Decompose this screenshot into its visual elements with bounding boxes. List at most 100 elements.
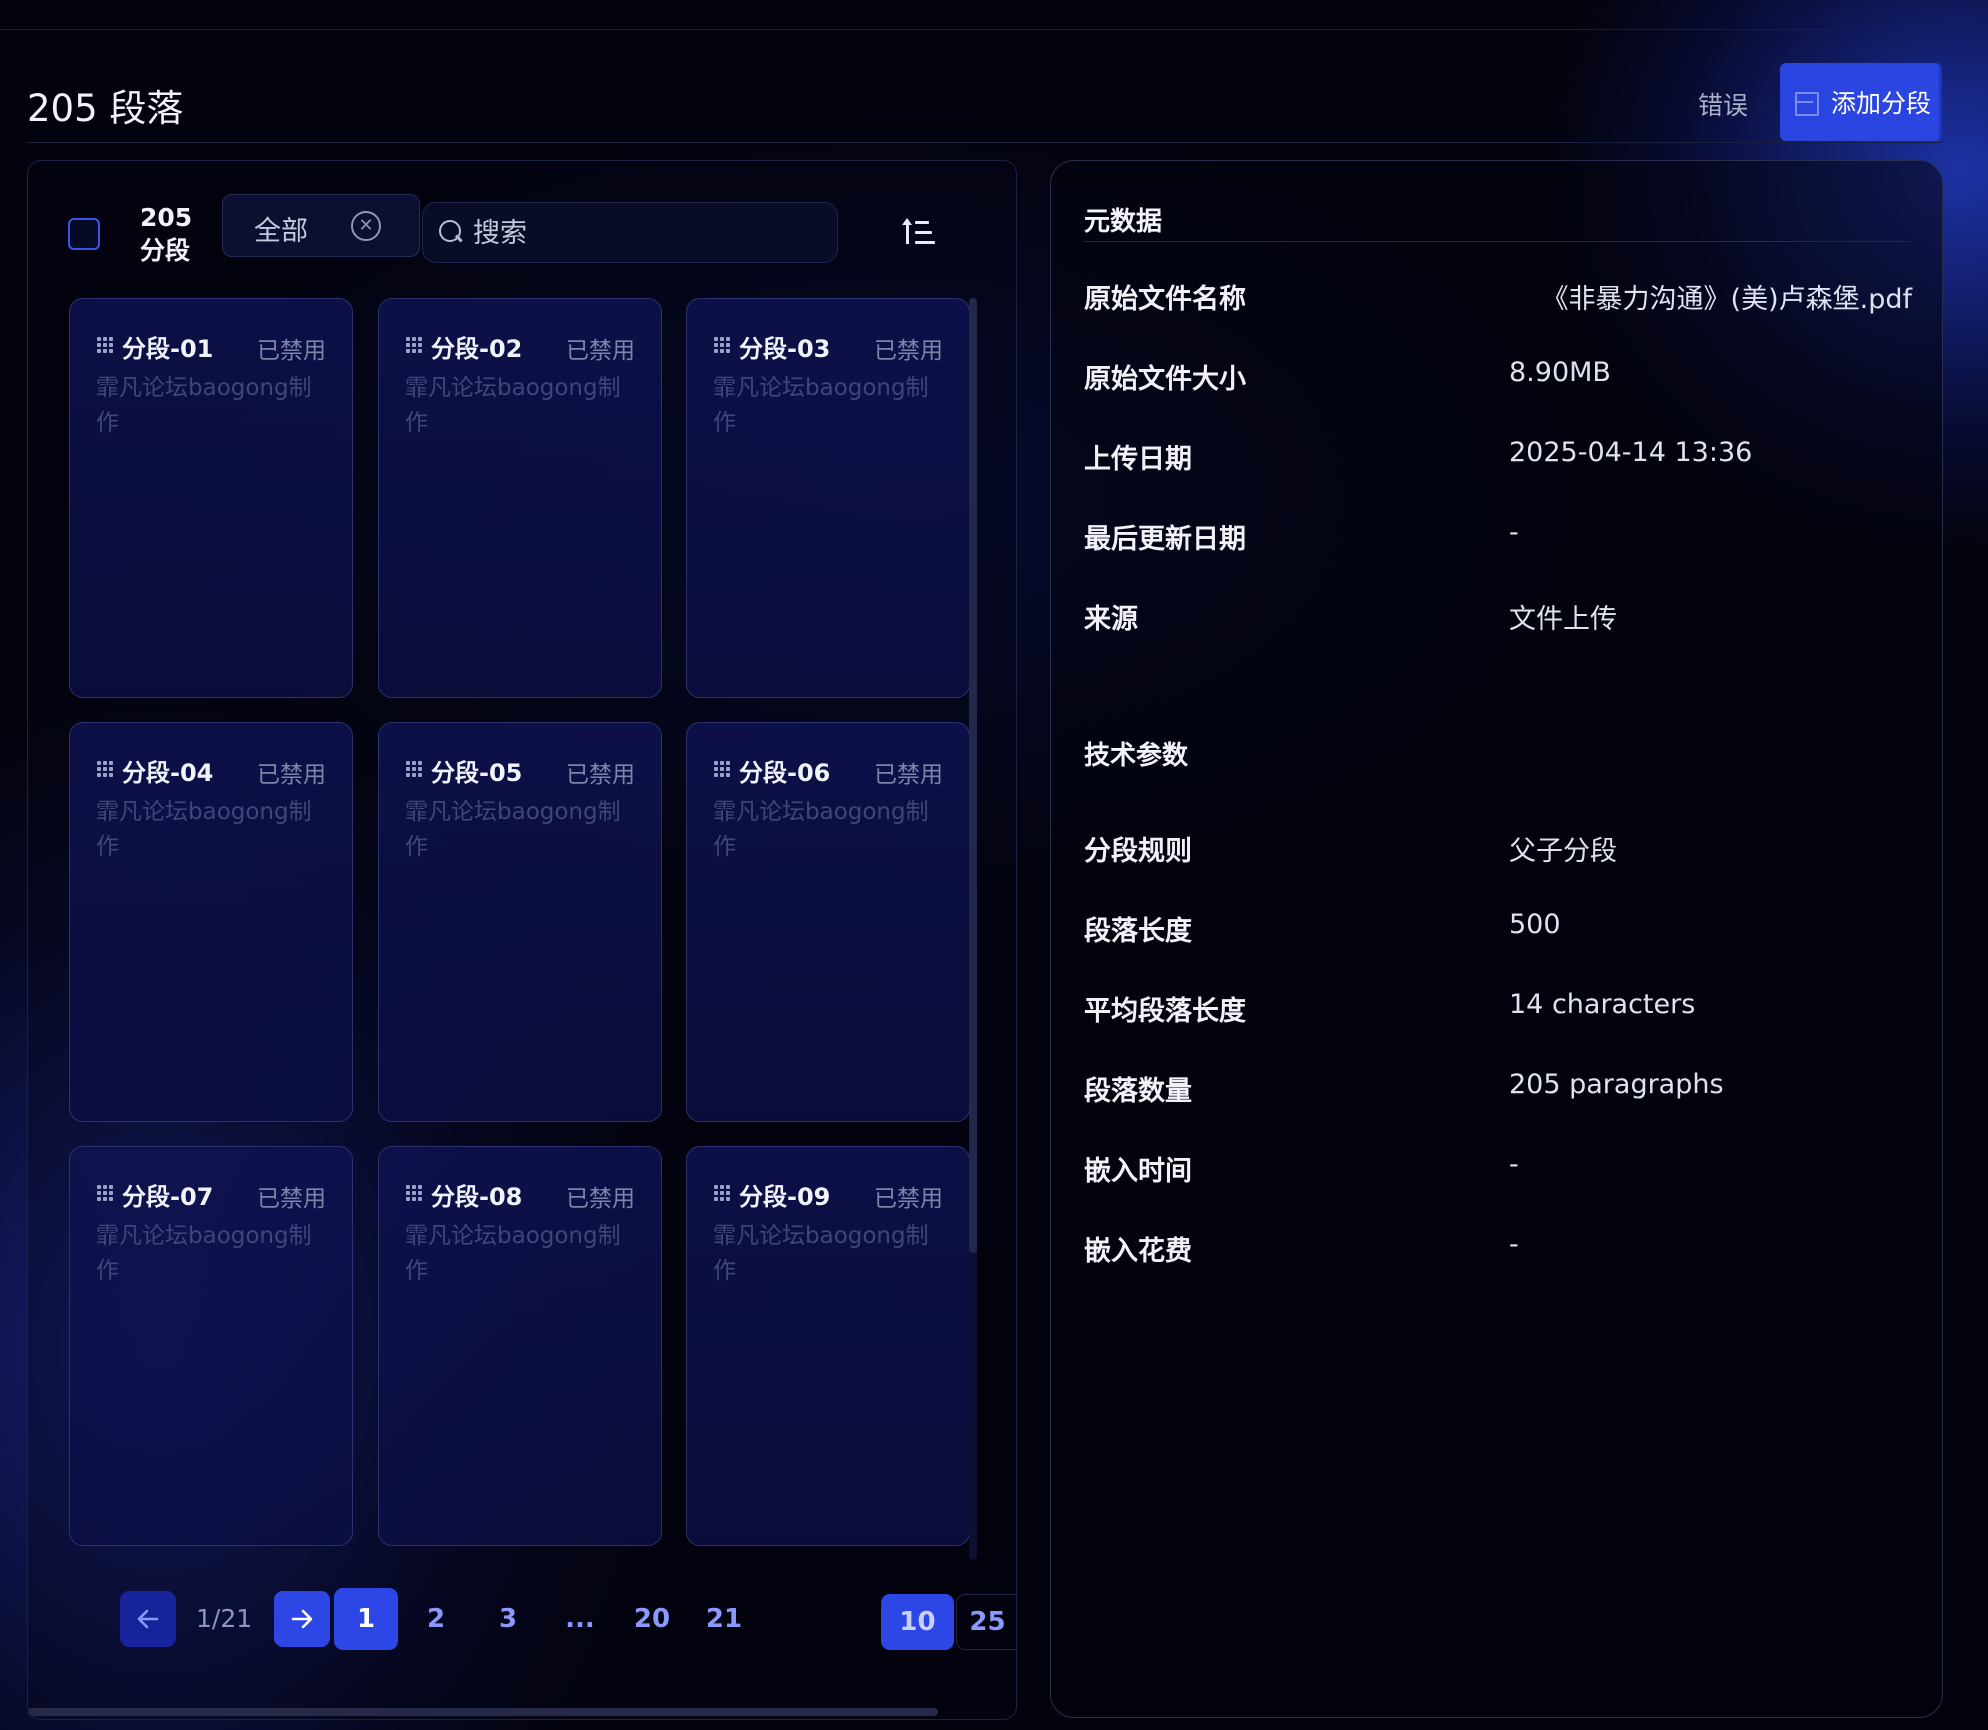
- segment-content: 霏凡论坛baogong制作: [713, 799, 929, 860]
- header-divider: [27, 142, 1942, 143]
- segment-status: 已禁用: [874, 762, 943, 788]
- segment-status: 已禁用: [566, 338, 635, 364]
- drag-handle-icon[interactable]: [714, 761, 732, 777]
- drag-handle-icon[interactable]: [714, 1185, 732, 1201]
- segment-title: 分段-02: [431, 335, 523, 363]
- add-segment-label: 添加分段: [1831, 89, 1932, 118]
- vertical-scrollbar[interactable]: [969, 298, 977, 1560]
- drag-handle-icon[interactable]: [406, 1185, 424, 1201]
- metadata-value: 8.90MB: [1509, 357, 1611, 388]
- tech-param-value: 205 paragraphs: [1509, 1069, 1724, 1100]
- tech-param-label: 段落数量: [1084, 1076, 1192, 1107]
- tech-param-label: 平均段落长度: [1084, 996, 1246, 1027]
- segment-status: 已禁用: [874, 338, 943, 364]
- drag-handle-icon[interactable]: [97, 337, 115, 353]
- tech-param-value: -: [1509, 1229, 1519, 1260]
- segment-card[interactable]: 分段-02 已禁用 霏凡论坛baogong制作: [378, 298, 662, 698]
- tech-param-value: 14 characters: [1509, 989, 1696, 1020]
- segment-content: 霏凡论坛baogong制作: [96, 375, 312, 436]
- page-ellipsis: ...: [565, 1604, 595, 1634]
- segment-title: 分段-04: [122, 759, 214, 787]
- page-fraction: 1/21: [196, 1604, 253, 1633]
- segment-content: 霏凡论坛baogong制作: [96, 1223, 312, 1284]
- arrow-left-icon: [137, 1609, 159, 1629]
- horizontal-scrollbar[interactable]: [28, 1708, 938, 1716]
- segment-status: 已禁用: [257, 762, 326, 788]
- metadata-label: 上传日期: [1084, 444, 1192, 475]
- segment-content: 霏凡论坛baogong制作: [405, 1223, 621, 1284]
- segment-title: 分段-09: [739, 1183, 831, 1211]
- tech-param-label: 分段规则: [1084, 836, 1192, 867]
- segment-status: 已禁用: [257, 1186, 326, 1212]
- vertical-scrollbar-thumb[interactable]: [969, 298, 977, 1253]
- metadata-value: -: [1509, 517, 1519, 548]
- segment-status: 已禁用: [257, 338, 326, 364]
- tech-param-value: 500: [1509, 909, 1561, 940]
- drag-handle-icon[interactable]: [406, 337, 424, 353]
- metadata-label: 原始文件名称: [1084, 284, 1246, 315]
- segments-panel: 205 分段 全部 ✕ 分段-01 已禁用 霏凡论坛baogong制作 分段-0…: [27, 160, 1018, 1720]
- tech-param-value: -: [1509, 1149, 1519, 1180]
- drag-handle-icon[interactable]: [97, 761, 115, 777]
- document-info-panel: 元数据 原始文件名称 《非暴力沟通》(美)卢森堡.pdf 原始文件大小 8.90…: [1050, 160, 1943, 1718]
- arrow-right-icon: [291, 1609, 313, 1629]
- page-size-option[interactable]: 10: [881, 1594, 954, 1650]
- segment-card[interactable]: 分段-05 已禁用 霏凡论坛baogong制作: [378, 722, 662, 1122]
- top-divider: [0, 29, 1988, 30]
- page-button[interactable]: 21: [699, 1591, 749, 1647]
- segment-card[interactable]: 分段-01 已禁用 霏凡论坛baogong制作: [69, 298, 353, 698]
- page-button[interactable]: 2: [411, 1591, 461, 1647]
- segment-card[interactable]: 分段-09 已禁用 霏凡论坛baogong制作: [686, 1146, 970, 1546]
- segment-title: 分段-06: [739, 759, 831, 787]
- segment-content: 霏凡论坛baogong制作: [713, 1223, 929, 1284]
- sort-icon[interactable]: [902, 218, 935, 248]
- tech-params-title: 技术参数: [1084, 741, 1189, 771]
- page-button[interactable]: 20: [627, 1591, 677, 1647]
- segment-title: 分段-01: [122, 335, 214, 363]
- segment-title: 分段-08: [431, 1183, 523, 1211]
- search-input[interactable]: [473, 213, 813, 253]
- segment-status: 已禁用: [566, 1186, 635, 1212]
- page-title: 205 段落: [27, 87, 184, 130]
- segment-title: 分段-03: [739, 335, 831, 363]
- add-segment-button[interactable]: 添加分段: [1780, 63, 1942, 141]
- tech-param-label: 嵌入时间: [1084, 1156, 1192, 1187]
- segment-status: 已禁用: [566, 762, 635, 788]
- pagination: 1/21 1 2 3 ... 20 21 10 25: [28, 1588, 1018, 1651]
- add-segment-icon: [1793, 90, 1819, 116]
- tech-param-label: 嵌入花费: [1084, 1236, 1192, 1267]
- page-button[interactable]: 3: [483, 1591, 533, 1647]
- metadata-divider: [1084, 241, 1910, 242]
- page-size-option[interactable]: 25: [956, 1594, 1018, 1650]
- metadata-value: 《非暴力沟通》(美)卢森堡.pdf: [1541, 284, 1912, 315]
- segment-card[interactable]: 分段-03 已禁用 霏凡论坛baogong制作: [686, 298, 970, 698]
- segment-content: 霏凡论坛baogong制作: [713, 375, 929, 436]
- segment-count: 205 分段: [140, 203, 193, 265]
- metadata-label: 来源: [1084, 604, 1138, 635]
- segment-title: 分段-07: [122, 1183, 214, 1211]
- metadata-label: 原始文件大小: [1084, 364, 1246, 395]
- drag-handle-icon[interactable]: [97, 1185, 115, 1201]
- segment-card[interactable]: 分段-04 已禁用 霏凡论坛baogong制作: [69, 722, 353, 1122]
- select-all-checkbox[interactable]: [68, 218, 100, 250]
- error-link[interactable]: 错误: [1698, 86, 1748, 122]
- segment-status: 已禁用: [874, 1186, 943, 1212]
- segment-card[interactable]: 分段-06 已禁用 霏凡论坛baogong制作: [686, 722, 970, 1122]
- segment-content: 霏凡论坛baogong制作: [405, 375, 621, 436]
- drag-handle-icon[interactable]: [714, 337, 732, 353]
- prev-page-button[interactable]: [120, 1591, 176, 1647]
- tech-param-label: 段落长度: [1084, 916, 1192, 947]
- status-filter-value: 全部: [254, 216, 308, 247]
- status-filter[interactable]: 全部 ✕: [222, 194, 420, 257]
- metadata-label: 最后更新日期: [1084, 524, 1246, 555]
- search-box[interactable]: [422, 202, 838, 263]
- drag-handle-icon[interactable]: [406, 761, 424, 777]
- metadata-value: 2025-04-14 13:36: [1509, 437, 1753, 468]
- tech-param-value: 父子分段: [1509, 836, 1617, 867]
- page-button[interactable]: 1: [334, 1588, 398, 1650]
- segment-card[interactable]: 分段-07 已禁用 霏凡论坛baogong制作: [69, 1146, 353, 1546]
- clear-filter-icon[interactable]: ✕: [351, 211, 381, 241]
- segment-card[interactable]: 分段-08 已禁用 霏凡论坛baogong制作: [378, 1146, 662, 1546]
- search-icon: [439, 220, 463, 244]
- next-page-button[interactable]: [274, 1591, 330, 1647]
